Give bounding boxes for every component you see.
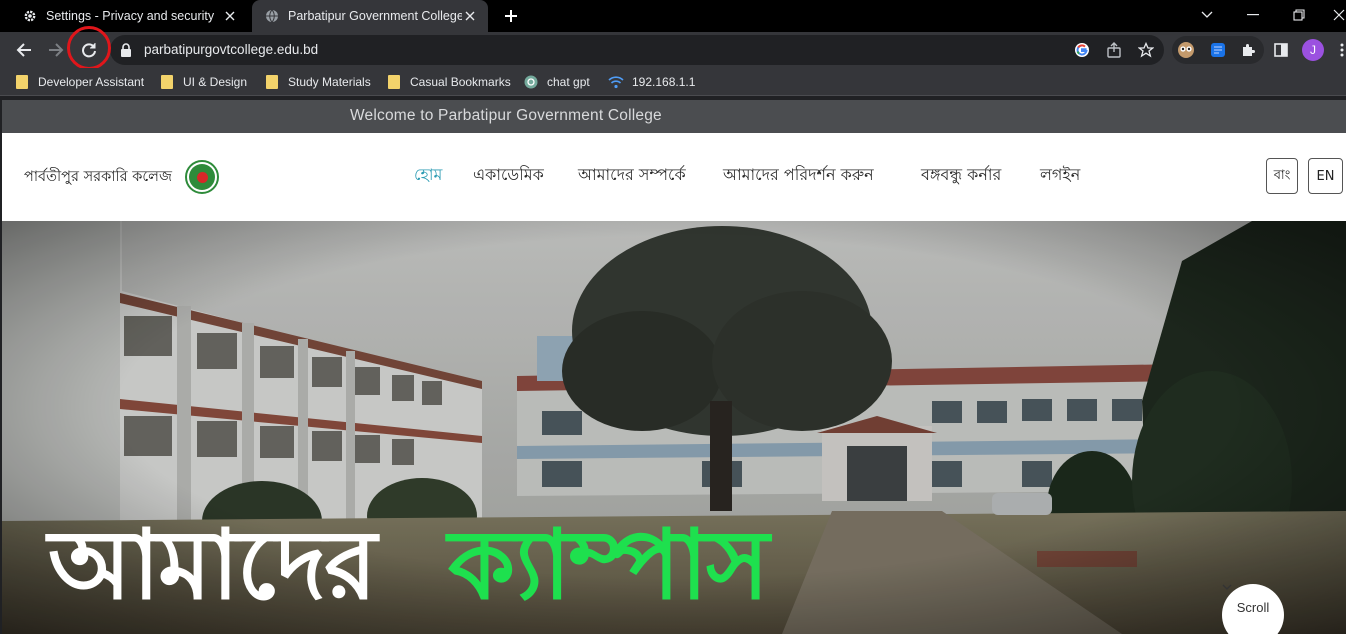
lang-english-button[interactable]: EN [1308,158,1343,194]
back-arrow-icon[interactable] [10,36,38,64]
tab-title: Settings - Privacy and security [46,9,215,23]
address-bar[interactable]: parbatipurgovtcollege.edu.bd [110,35,1164,65]
hero-title-word-1: আমাদের [48,509,377,621]
extensions-group [1172,36,1264,64]
bookmark-label: UI & Design [183,75,248,89]
nav-login[interactable]: লগইন [1040,162,1080,189]
bookmark-star-icon[interactable] [1136,40,1156,60]
tab-title: Parbatipur Government College [288,9,462,23]
google-icon[interactable] [1072,40,1092,60]
owl-extension-icon[interactable] [1176,40,1196,60]
bookmark-label: 192.168.1.1 [632,75,696,89]
nav-home[interactable]: হোম [414,162,442,189]
side-panel-icon[interactable] [1267,36,1295,64]
nav-about-us[interactable]: আমাদের সম্পর্কে [578,162,686,189]
folder-icon [264,74,280,90]
bookmark-developer-assistant[interactable]: Developer Assistant [14,73,144,91]
folder-icon [159,74,175,90]
share-icon[interactable] [1104,40,1124,60]
bookmark-label: Developer Assistant [38,75,145,89]
url-text[interactable]: parbatipurgovtcollege.edu.bd [144,42,318,57]
kebab-menu-icon[interactable] [1328,36,1346,64]
bookmark-router[interactable]: 192.168.1.1 [608,73,695,91]
lang-bangla-button[interactable]: বাং [1266,158,1298,194]
bookmark-label: Casual Bookmarks [410,75,511,89]
browser-toolbar: parbatipurgovtcollege.edu.bd J [0,32,1346,68]
bookmarks-bar: Developer Assistant UI & Design Study Ma… [0,68,1346,96]
tab-settings[interactable]: Settings - Privacy and security [10,0,248,32]
nav-visit-us[interactable]: আমাদের পরিদর্শন করুন [723,162,874,189]
reload-highlight-ring [67,26,111,70]
minimize-icon[interactable] [1230,0,1276,30]
tab-search-chevron-icon[interactable] [1184,0,1230,30]
hero-title-word-2: ক্যাম্পাস [448,509,769,621]
wifi-icon [608,74,624,90]
lock-icon[interactable] [120,42,132,61]
tab-strip: Settings - Privacy and security Parbatip… [0,0,1346,32]
nav-bangabandhu-corner[interactable]: বঙ্গবন্ধু কর্নার [921,162,1001,189]
close-window-icon[interactable] [1316,0,1346,30]
close-tab-icon[interactable] [222,8,238,24]
globe-icon [264,8,280,24]
chatgpt-icon [523,74,539,90]
profile-avatar[interactable]: J [1299,36,1327,64]
bookmark-casual-bookmarks[interactable]: Casual Bookmarks [386,73,511,91]
folder-icon [386,74,402,90]
bangladesh-emblem-logo[interactable] [185,160,219,194]
web-page: Welcome to Parbatipur Government College… [2,100,1346,634]
profile-initial: J [1302,39,1324,61]
gear-icon [22,8,38,24]
nav-academic[interactable]: একাডেমিক [473,162,544,189]
tab-college[interactable]: Parbatipur Government College [252,0,488,32]
bookmark-chat-gpt[interactable]: chat gpt [523,73,590,91]
bookmark-ui-design[interactable]: UI & Design [159,73,247,91]
puzzle-extensions-icon[interactable] [1238,40,1258,60]
bookmark-study-materials[interactable]: Study Materials [264,73,371,91]
bookmark-label: chat gpt [547,75,590,89]
close-tab-icon[interactable] [462,8,478,24]
site-navbar: পার্বতীপুর সরকারি কলেজ হোম একাডেমিক আমাদ… [2,133,1346,221]
site-brand-name[interactable]: পার্বতীপুর সরকারি কলেজ [24,166,172,190]
folder-icon [14,74,30,90]
hero-section: আমাদের ক্যাম্পাস Scroll [2,221,1346,634]
new-tab-button[interactable] [500,5,522,27]
welcome-text: Welcome to Parbatipur Government College [350,107,662,124]
bookmark-label: Study Materials [288,75,371,89]
blue-extension-icon[interactable] [1208,40,1228,60]
forward-arrow-icon[interactable] [42,36,70,64]
scroll-label: Scroll [1236,600,1270,615]
welcome-banner: Welcome to Parbatipur Government College [2,100,1346,133]
